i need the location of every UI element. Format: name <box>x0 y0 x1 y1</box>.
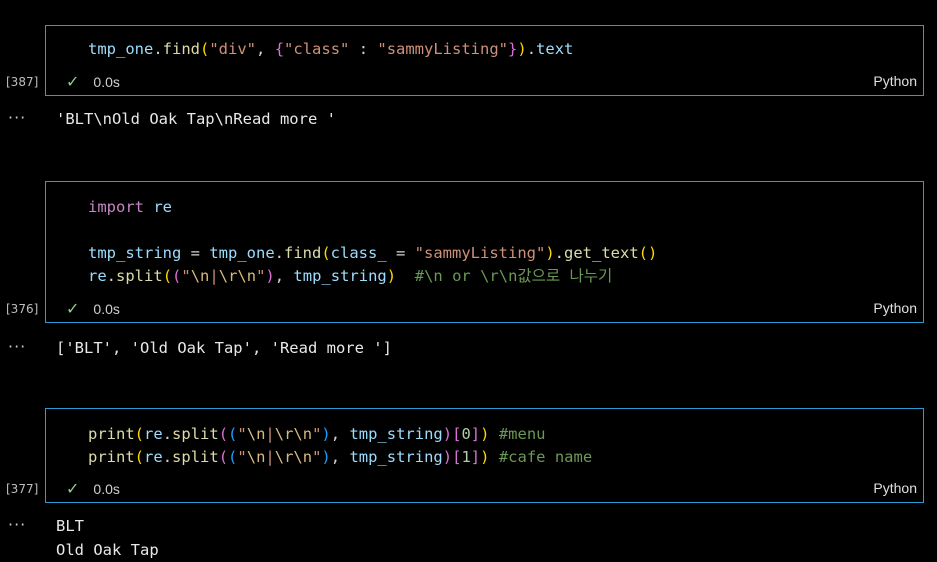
code-editor-3[interactable]: print(re.split(("\n|\r\n"), tmp_string)[… <box>88 423 592 469</box>
language-label[interactable]: Python <box>873 480 917 496</box>
check-icon: ✓ <box>66 301 80 318</box>
exec-time: 0.0s <box>93 301 120 317</box>
cell-output-3-line-2: Old Oak Tap <box>56 541 159 559</box>
exec-time: 0.0s <box>93 481 120 497</box>
language-label[interactable]: Python <box>873 73 917 89</box>
code-editor-2[interactable]: import re tmp_string = tmp_one.find(clas… <box>88 196 657 288</box>
execution-count: [376] <box>6 302 39 316</box>
execution-count: [387] <box>6 75 39 89</box>
code-cell-3[interactable]: print(re.split(("\n|\r\n"), tmp_string)[… <box>45 408 924 503</box>
check-icon: ✓ <box>66 74 80 91</box>
code-cell-1[interactable]: tmp_one.find("div", {"class" : "sammyLis… <box>45 25 924 96</box>
cell-output-1: 'BLT\nOld Oak Tap\nRead more ' <box>56 110 336 128</box>
cell-status-3: ✓ 0.0s <box>66 479 120 499</box>
check-icon: ✓ <box>66 481 80 498</box>
code-editor-1[interactable]: tmp_one.find("div", {"class" : "sammyLis… <box>88 38 573 61</box>
cell-status-2: ✓ 0.0s <box>66 299 120 319</box>
cell-output-2: ['BLT', 'Old Oak Tap', 'Read more '] <box>56 339 392 357</box>
ellipsis-icon[interactable]: ··· <box>8 337 26 356</box>
cell-status-1: ✓ 0.0s <box>66 72 120 92</box>
cell-output-3-line-1: BLT <box>56 517 84 535</box>
ellipsis-icon[interactable]: ··· <box>8 515 26 534</box>
language-label[interactable]: Python <box>873 300 917 316</box>
ellipsis-icon[interactable]: ··· <box>8 108 26 127</box>
code-cell-2[interactable]: import re tmp_string = tmp_one.find(clas… <box>45 181 924 323</box>
exec-time: 0.0s <box>93 74 120 90</box>
execution-count: [377] <box>6 482 39 496</box>
